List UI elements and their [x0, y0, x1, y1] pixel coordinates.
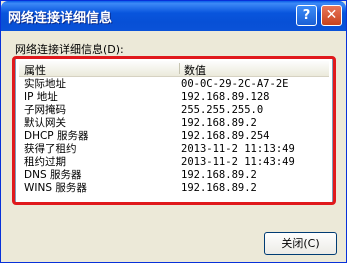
row-name: DHCP 服务器: [24, 130, 89, 142]
row-name: 实际地址: [24, 78, 66, 90]
header-property[interactable]: 属性: [24, 62, 46, 78]
row-value: 2013-11-2 11:13:49: [181, 143, 295, 155]
row-name: IP 地址: [24, 91, 58, 103]
header-separator[interactable]: [179, 63, 180, 74]
row-value: 192.168.89.254: [181, 130, 270, 142]
row-name: 获得了租约: [24, 143, 77, 155]
row-value: 255.255.255.0: [181, 104, 264, 116]
row-value: 192.168.89.2: [181, 182, 257, 194]
title-close-button[interactable]: ✕: [321, 5, 342, 26]
help-button[interactable]: ?: [296, 5, 317, 26]
row-value: 192.168.89.2: [181, 117, 257, 129]
row-name: 租约过期: [24, 156, 66, 168]
row-name: DNS 服务器: [24, 169, 82, 181]
details-list[interactable]: 属性 数值 实际地址 00-0C-29-2C-A7-2E IP 地址 192.168…: [15, 57, 333, 203]
row-name: 默认网关: [24, 117, 66, 129]
row-name: WINS 服务器: [24, 182, 87, 194]
window-title: 网络连接详细信息: [8, 11, 113, 26]
details-label: 网络连接详细信息(D):: [15, 43, 124, 56]
row-value: 192.168.89.2: [181, 169, 257, 181]
row-name: 子网掩码: [24, 104, 66, 116]
row-value: 2013-11-2 11:43:49: [181, 156, 295, 168]
header-value[interactable]: 数值: [184, 62, 206, 78]
close-button[interactable]: 关闭(C): [264, 232, 337, 255]
details-dialog: 网络连接详细信息 ? ✕ 网络连接详细信息(D): 属性 数值 实际地址 00-0…: [0, 0, 347, 263]
row-value: 00-0C-29-2C-A7-2E: [181, 78, 289, 90]
row-value: 192.168.89.128: [181, 91, 270, 103]
title-bar[interactable]: 网络连接详细信息 ? ✕: [1, 1, 346, 31]
list-header: 属性 数值: [19, 61, 329, 77]
